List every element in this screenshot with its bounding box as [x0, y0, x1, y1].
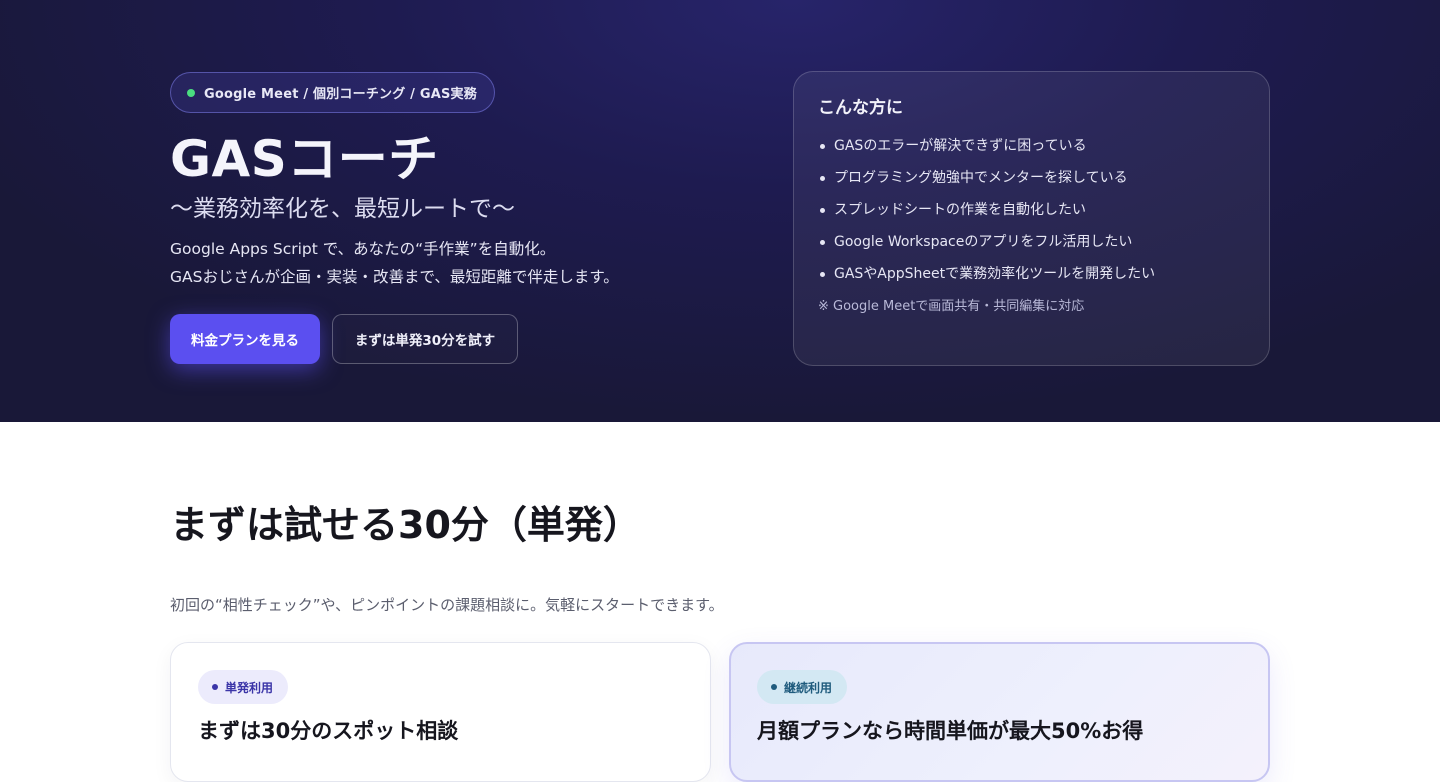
- plan-name: まずは30分のスポット相談: [198, 719, 459, 743]
- bullet-icon: [820, 240, 825, 245]
- list-item-text: GASやAppSheetで業務効率化ツールを開発したい: [834, 266, 1156, 282]
- trial-section-title: まずは試せる30分（単発）: [170, 503, 641, 547]
- list-item-text: GASのエラーが解決できずに困っている: [834, 138, 1087, 154]
- plan-tag-text: 継続利用: [784, 680, 833, 695]
- hero-section: Google Meet / 個別コーチング / GAS実務 GASコーチ 〜業務…: [0, 0, 1440, 422]
- list-item: GASやAppSheetで業務効率化ツールを開発したい: [818, 258, 1245, 290]
- plan-tag: 単発利用: [198, 670, 289, 704]
- bullet-icon: [820, 144, 825, 149]
- hero-description: Google Apps Script で、あなたの“手作業”を自動化。 GASお…: [170, 235, 619, 291]
- single-plan-card: 単発利用 まずは30分のスポット相談: [170, 642, 711, 782]
- target-audience-note: ※ Google Meetで画面共有・共同編集に対応: [818, 299, 1085, 314]
- bullet-icon: [820, 208, 825, 213]
- service-badge-text: Google Meet / 個別コーチング / GAS実務: [204, 87, 477, 102]
- target-audience-card: こんな方に GASのエラーが解決できずに困っている プログラミング勉強中でメンタ…: [793, 71, 1270, 366]
- plan-name: 月額プランなら時間単価が最大50%お得: [757, 719, 1144, 743]
- plan-tag-text: 単発利用: [225, 680, 274, 695]
- hero-description-line-2: GASおじさんが企画・実装・改善まで、最短距離で伴走します。: [170, 268, 619, 286]
- tag-dot-icon: [771, 684, 777, 690]
- target-audience-title: こんな方に: [818, 98, 903, 118]
- hero-description-line-1: Google Apps Script で、あなたの“手作業”を自動化。: [170, 240, 556, 258]
- list-item-text: プログラミング勉強中でメンターを探している: [834, 170, 1128, 186]
- target-audience-list: GASのエラーが解決できずに困っている プログラミング勉強中でメンターを探してい…: [818, 130, 1245, 290]
- hero-subtitle: 〜業務効率化を、最短ルートで〜: [170, 196, 515, 222]
- try-single-session-button[interactable]: まずは単発30分を試す: [332, 314, 518, 364]
- view-pricing-button[interactable]: 料金プランを見る: [170, 314, 320, 364]
- status-dot-icon: [187, 88, 195, 97]
- tag-dot-icon: [212, 684, 218, 690]
- service-badge: Google Meet / 個別コーチング / GAS実務: [170, 72, 495, 113]
- trial-section-description: 初回の“相性チェック”や、ピンポイントの課題相談に。気軽にスタートできます。: [170, 596, 724, 614]
- continuous-plan-card: 継続利用 月額プランなら時間単価が最大50%お得: [729, 642, 1270, 782]
- list-item: Google Workspaceのアプリをフル活用したい: [818, 226, 1245, 258]
- bullet-icon: [820, 272, 825, 277]
- list-item-text: スプレッドシートの作業を自動化したい: [834, 202, 1086, 218]
- list-item: スプレッドシートの作業を自動化したい: [818, 194, 1245, 226]
- list-item: プログラミング勉強中でメンターを探している: [818, 162, 1245, 194]
- bullet-icon: [820, 176, 825, 181]
- plan-tag: 継続利用: [757, 670, 848, 704]
- list-item: GASのエラーが解決できずに困っている: [818, 130, 1245, 162]
- list-item-text: Google Workspaceのアプリをフル活用したい: [834, 234, 1133, 250]
- hero-title: GASコーチ: [170, 130, 439, 188]
